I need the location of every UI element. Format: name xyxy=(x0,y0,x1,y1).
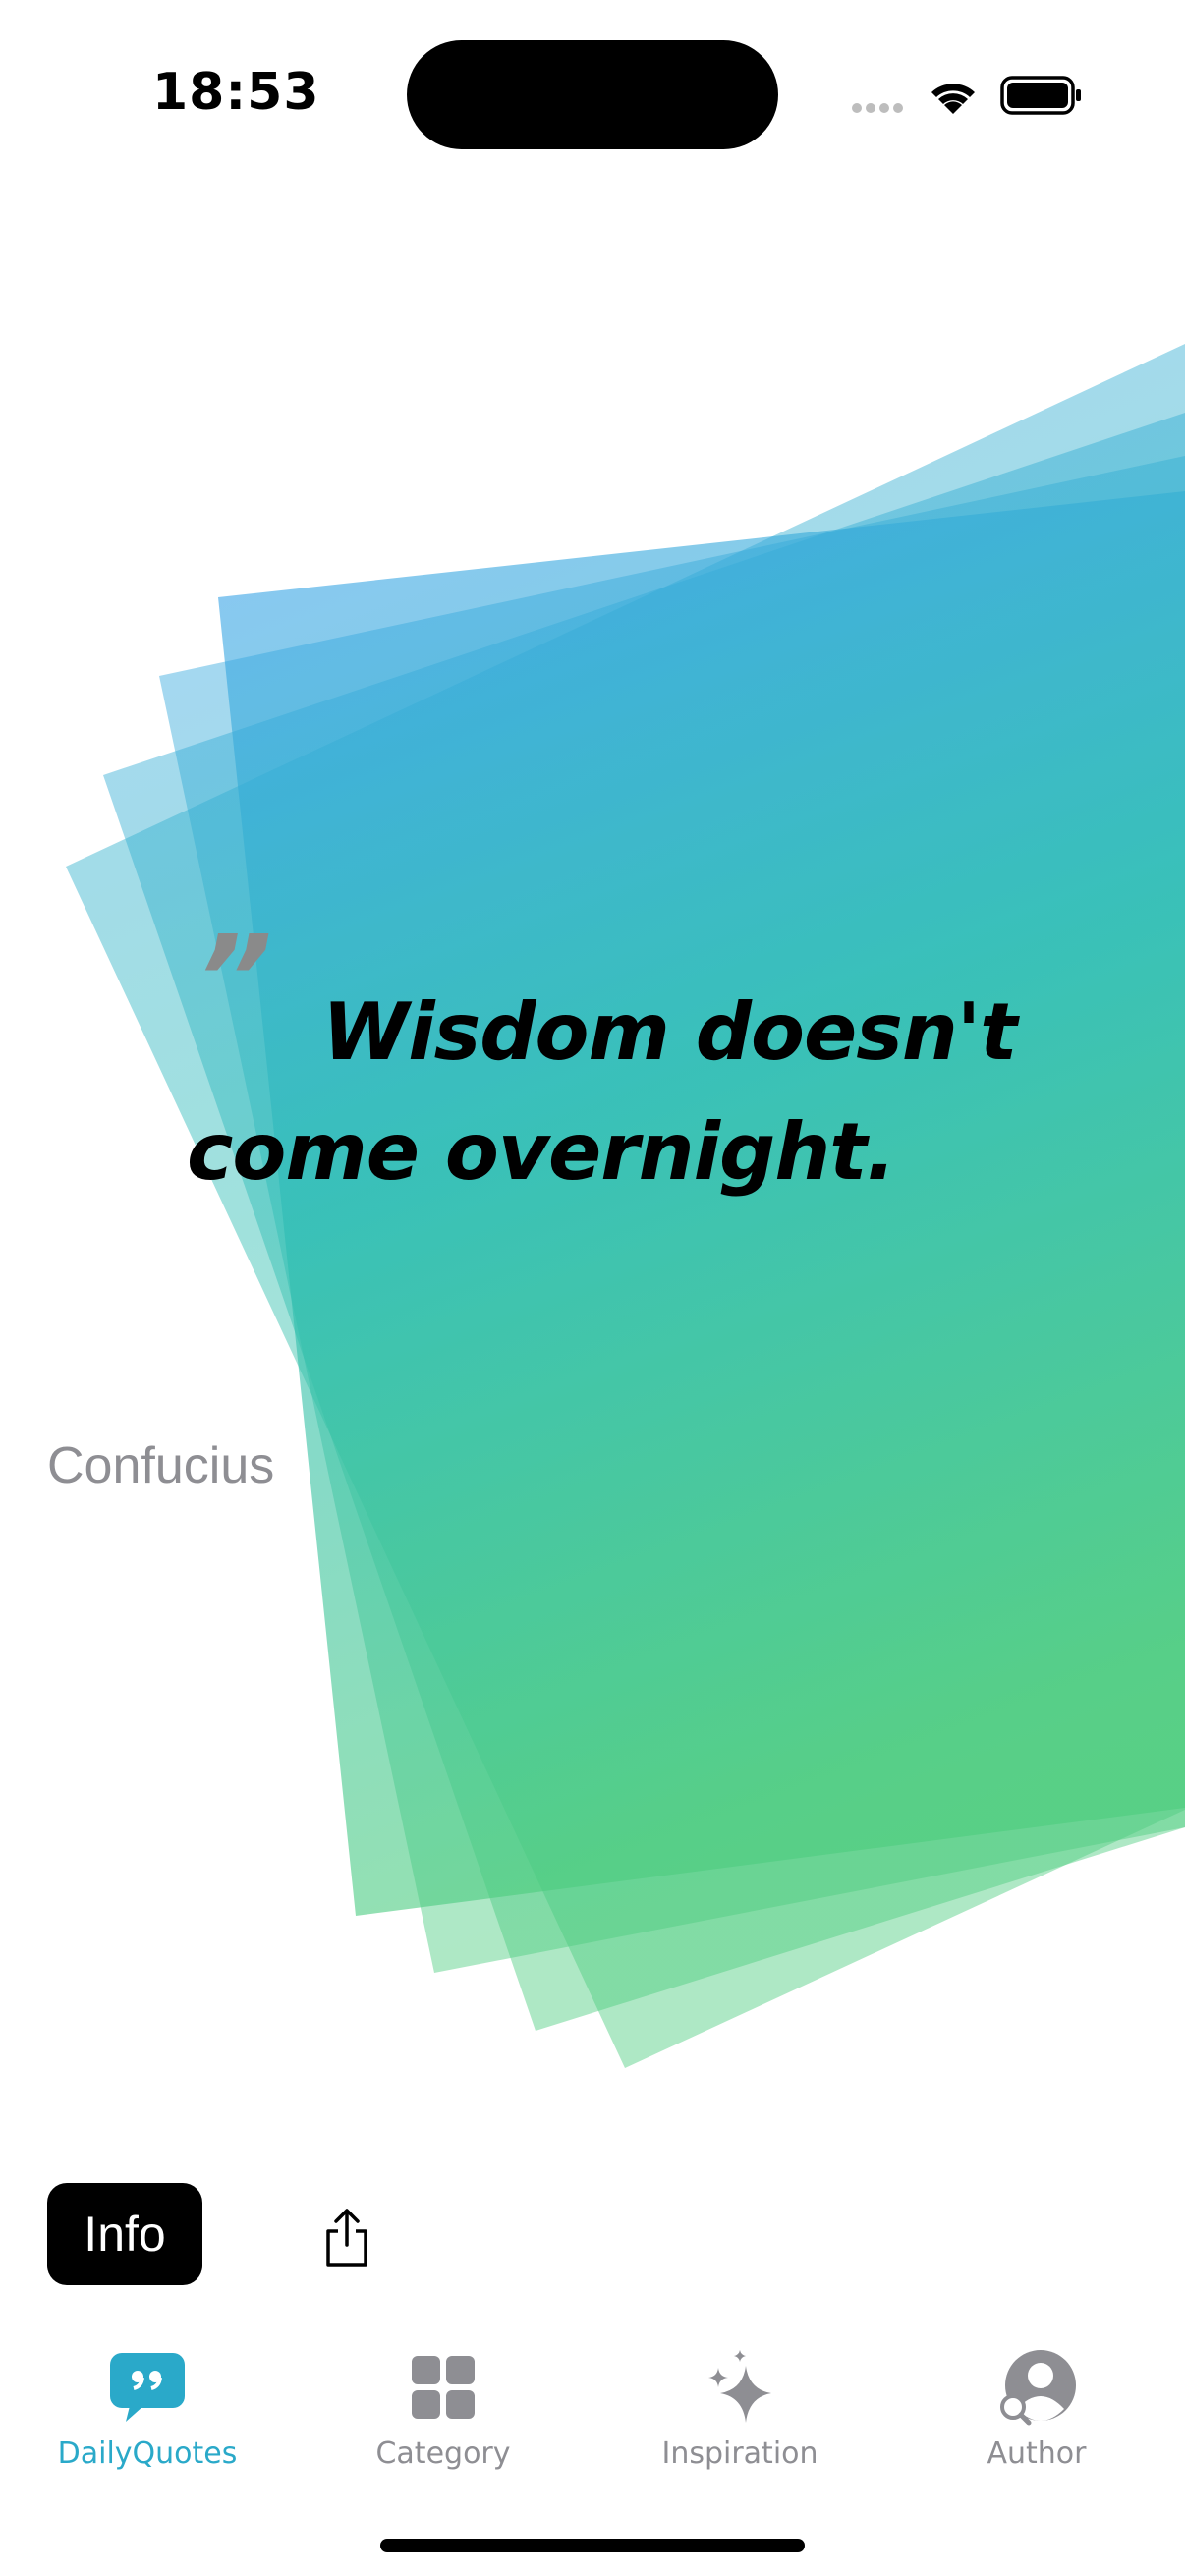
quote-bubble-icon xyxy=(110,2353,185,2422)
person-search-icon xyxy=(1000,2350,1076,2426)
tab-inspiration[interactable]: Inspiration xyxy=(622,2348,858,2486)
tab-category[interactable]: Category xyxy=(325,2348,561,2486)
tab-author[interactable]: Author xyxy=(919,2348,1155,2486)
home-indicator[interactable] xyxy=(380,2539,805,2552)
grid-icon xyxy=(412,2356,475,2419)
quote-author[interactable]: Confucius xyxy=(47,1436,274,1495)
info-button[interactable]: Info xyxy=(47,2183,202,2285)
tab-label: Inspiration xyxy=(661,2436,818,2471)
quote-text: Wisdom doesn't come overnight. xyxy=(187,986,1018,1198)
share-button[interactable] xyxy=(312,2199,381,2277)
sparkles-icon xyxy=(708,2350,771,2423)
tab-bar: DailyQuotes Category Inspiration Author xyxy=(0,2319,1185,2495)
tab-label: DailyQuotes xyxy=(57,2436,238,2471)
share-icon xyxy=(326,2209,367,2267)
tab-dailyquotes[interactable]: DailyQuotes xyxy=(29,2348,265,2486)
tab-label: Author xyxy=(987,2436,1087,2471)
tab-label: Category xyxy=(375,2436,511,2471)
